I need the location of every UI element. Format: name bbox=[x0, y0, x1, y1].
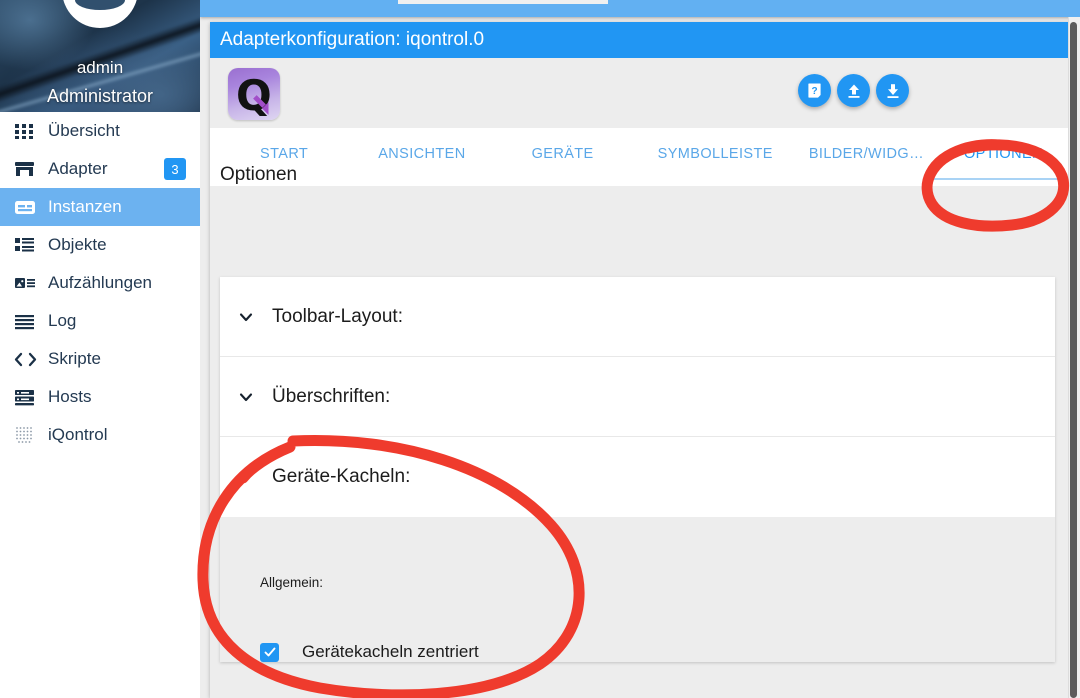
store-icon bbox=[14, 159, 42, 179]
page-scrollbar-thumb[interactable] bbox=[1070, 22, 1077, 698]
tab-ansichten[interactable]: ANSICHTEN bbox=[374, 128, 469, 180]
sidebar-item-label: Instanzen bbox=[48, 197, 122, 216]
card-icon bbox=[14, 197, 42, 217]
main-area: Adapterkonfiguration: iqontrol.0 Q ? STA… bbox=[200, 0, 1080, 698]
sidebar-item-label: Aufzählungen bbox=[48, 273, 152, 292]
top-bar-field[interactable] bbox=[398, 0, 608, 4]
sidebar-item-label: Adapter bbox=[48, 159, 108, 178]
dialog-title: Adapterkonfiguration: iqontrol.0 bbox=[220, 29, 485, 50]
sidebar-nav: Übersicht Adapter 3 Instanzen Objekte Au… bbox=[0, 112, 200, 454]
sidebar-item-instanzen[interactable]: Instanzen bbox=[0, 188, 200, 226]
chevron-down-icon bbox=[220, 389, 272, 405]
tab-bar: START ANSICHTEN GERÄTE SYMBOLLEISTE BILD… bbox=[210, 128, 1070, 186]
help-button[interactable]: ? bbox=[798, 74, 831, 107]
upload-icon bbox=[848, 84, 859, 98]
tab-list: START ANSICHTEN GERÄTE SYMBOLLEISTE BILD… bbox=[210, 128, 1070, 180]
sidebar-item-skripte[interactable]: Skripte bbox=[0, 340, 200, 378]
user-role: Administrator bbox=[46, 86, 154, 106]
sidebar-item-uebersicht[interactable]: Übersicht bbox=[0, 112, 200, 150]
iqontrol-q-icon: Q bbox=[228, 68, 280, 120]
accordion-title: Geräte-Kacheln: bbox=[272, 466, 411, 487]
dialog-titlebar: Adapterkonfiguration: iqontrol.0 bbox=[210, 22, 1070, 58]
chevron-down-icon bbox=[220, 469, 272, 485]
tab-symbolleiste[interactable]: SYMBOLLEISTE bbox=[654, 128, 777, 180]
accordion-header-geraete-kacheln[interactable]: Geräte-Kacheln: bbox=[220, 437, 1055, 517]
active-tab-indicator bbox=[928, 178, 1060, 180]
chevron-down-icon bbox=[220, 309, 272, 325]
sidebar-item-hosts[interactable]: Hosts bbox=[0, 378, 200, 416]
app-top-bar bbox=[200, 0, 1080, 17]
sidebar-item-label: Hosts bbox=[48, 387, 92, 406]
help-doc-icon: ? bbox=[807, 83, 821, 98]
avatar[interactable] bbox=[62, 0, 138, 28]
sidebar-item-log[interactable]: Log bbox=[0, 302, 200, 340]
sidebar-item-label: Übersicht bbox=[48, 121, 120, 140]
accordion-title: Überschriften: bbox=[272, 385, 391, 407]
svg-text:?: ? bbox=[811, 86, 817, 97]
apps-grid-icon bbox=[14, 121, 42, 141]
accordion-header-toolbar-layout[interactable]: Toolbar-Layout: bbox=[220, 277, 1055, 357]
sidebar-item-label: iQontrol bbox=[48, 425, 108, 444]
panel-section-label: Allgemein: bbox=[260, 575, 324, 590]
accordion-title: Toolbar-Layout: bbox=[272, 305, 403, 327]
sidebar: admin Administrator Übersicht Adapter 3 … bbox=[0, 0, 200, 698]
image-list-icon bbox=[14, 273, 42, 293]
accordion-panel-geraete-kacheln: Allgemein: Gerätekacheln zentriert bbox=[220, 517, 1055, 662]
screen-root: admin Administrator Übersicht Adapter 3 … bbox=[0, 0, 1080, 698]
list-icon bbox=[14, 235, 42, 255]
options-accordion: Toolbar-Layout: Überschriften: Geräte-Ka… bbox=[220, 277, 1055, 662]
lines-icon bbox=[14, 311, 42, 331]
sidebar-item-label: Log bbox=[48, 311, 77, 330]
tab-bilder-widgets[interactable]: BILDER/WIDG… bbox=[805, 128, 928, 180]
sidebar-item-aufzaehlungen[interactable]: Aufzählungen bbox=[0, 264, 200, 302]
sidebar-item-adapter[interactable]: Adapter 3 bbox=[0, 150, 200, 188]
avatar-shape bbox=[75, 0, 125, 10]
server-icon bbox=[14, 387, 42, 407]
tab-optionen[interactable]: OPTIONEN bbox=[960, 128, 1047, 180]
sidebar-item-iqontrol[interactable]: iQontrol bbox=[0, 416, 200, 454]
accordion-header-ueberschriften[interactable]: Überschriften: bbox=[220, 357, 1055, 437]
dotted-grid-icon bbox=[14, 425, 42, 445]
sidebar-user-header: admin Administrator bbox=[0, 0, 200, 112]
checkbox-label: Gerätekacheln zentriert bbox=[302, 642, 479, 661]
user-name: admin bbox=[76, 58, 124, 77]
download-icon bbox=[887, 83, 898, 98]
upload-button[interactable] bbox=[837, 74, 870, 107]
download-button[interactable] bbox=[876, 74, 909, 107]
adapter-update-badge[interactable]: 3 bbox=[164, 158, 186, 180]
option-row-zentriert: Gerätekacheln zentriert bbox=[220, 590, 1055, 662]
code-icon bbox=[14, 349, 42, 369]
dialog-toolbar: Q ? bbox=[210, 58, 1070, 128]
sidebar-item-label: Objekte bbox=[48, 235, 107, 254]
sidebar-item-label: Skripte bbox=[48, 349, 101, 368]
sidebar-item-objekte[interactable]: Objekte bbox=[0, 226, 200, 264]
geraetekacheln-zentriert-checkbox[interactable] bbox=[260, 642, 279, 662]
adapter-config-dialog: Adapterkonfiguration: iqontrol.0 Q ? STA… bbox=[210, 22, 1070, 698]
page-title: Optionen bbox=[220, 164, 298, 185]
tab-geraete[interactable]: GERÄTE bbox=[528, 128, 598, 180]
